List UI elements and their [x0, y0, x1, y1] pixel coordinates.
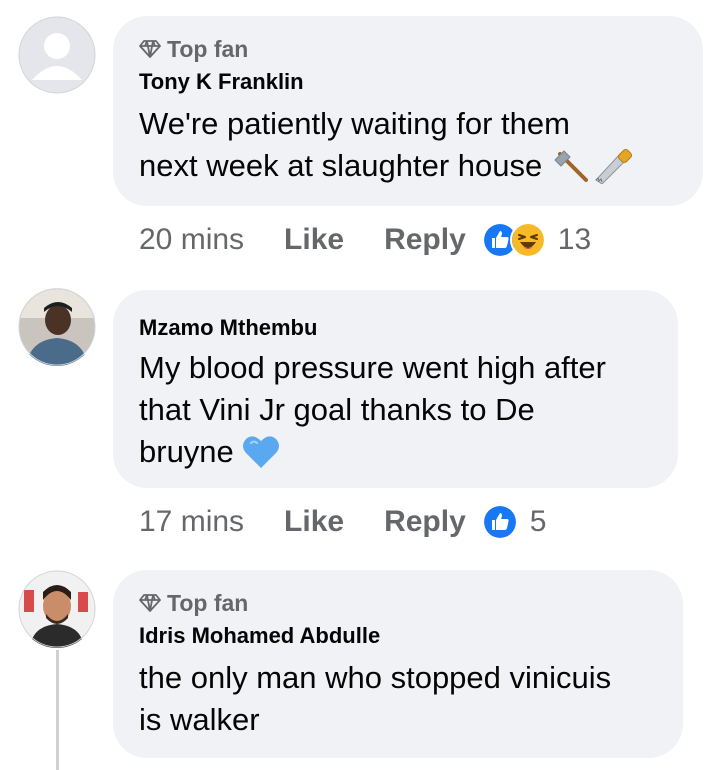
- avatar[interactable]: [18, 16, 96, 94]
- like-button[interactable]: Like: [284, 223, 344, 257]
- author-name[interactable]: Idris Mohamed Abdulle: [139, 621, 657, 651]
- haha-reaction-icon: [509, 222, 546, 258]
- comment-bubble[interactable]: Top fan Idris Mohamed Abdulle the only m…: [113, 570, 683, 758]
- avatar[interactable]: [18, 288, 96, 366]
- comment-text: My blood pressure went high after that V…: [139, 347, 652, 473]
- badge-label: Top fan: [167, 589, 249, 616]
- axe-icon: [554, 150, 589, 182]
- comment-line: bruyne: [139, 431, 652, 473]
- comment-text: the only man who stopped vinicuis is wal…: [139, 657, 657, 741]
- comment-actions: 17 mins Like Reply 5: [139, 502, 546, 542]
- timestamp[interactable]: 17 mins: [139, 505, 244, 539]
- saw-icon: [595, 148, 633, 184]
- comment-actions: 20 mins Like Reply 13: [139, 220, 591, 260]
- default-avatar-icon: [18, 16, 96, 94]
- reply-button[interactable]: Reply: [384, 505, 466, 539]
- reply-button[interactable]: Reply: [384, 223, 466, 257]
- comment-line: that Vini Jr goal thanks to De: [139, 392, 535, 427]
- comment-line-text: next week at slaughter house: [139, 148, 543, 183]
- comment-line: is walker: [139, 702, 260, 737]
- reactions-summary[interactable]: [481, 504, 518, 540]
- diamond-icon: [139, 40, 161, 58]
- comment-bubble[interactable]: Mzamo Mthembu My blood pressure went hig…: [113, 290, 678, 488]
- badge-label: Top fan: [167, 35, 249, 62]
- comment-line-text: bruyne: [139, 434, 234, 469]
- comment-bubble[interactable]: Top fan Tony K Franklin We're patiently …: [113, 16, 703, 206]
- reactions-summary[interactable]: [481, 222, 546, 258]
- comment-line: the only man who stopped vinicuis: [139, 660, 612, 695]
- comment-line: We're patiently waiting for them: [139, 106, 570, 141]
- like-reaction-icon: [481, 504, 518, 540]
- comment-text: We're patiently waiting for them next we…: [139, 103, 677, 187]
- author-name[interactable]: Tony K Franklin: [139, 67, 677, 97]
- timestamp[interactable]: 20 mins: [139, 223, 244, 257]
- comment-line: My blood pressure went high after: [139, 350, 606, 385]
- author-name[interactable]: Mzamo Mthembu: [139, 313, 652, 343]
- reaction-count[interactable]: 5: [530, 505, 547, 539]
- top-fan-badge: Top fan: [139, 588, 657, 618]
- thread-line: [56, 650, 59, 770]
- user-photo-avatar: [18, 570, 96, 648]
- diamond-icon: [139, 594, 161, 612]
- like-button[interactable]: Like: [284, 505, 344, 539]
- reaction-count[interactable]: 13: [558, 223, 591, 257]
- top-fan-badge: Top fan: [139, 34, 677, 64]
- avatar[interactable]: [18, 570, 96, 648]
- blue-heart-icon: [242, 436, 279, 468]
- comment-line: next week at slaughter house: [139, 145, 677, 187]
- user-photo-avatar: [18, 288, 96, 366]
